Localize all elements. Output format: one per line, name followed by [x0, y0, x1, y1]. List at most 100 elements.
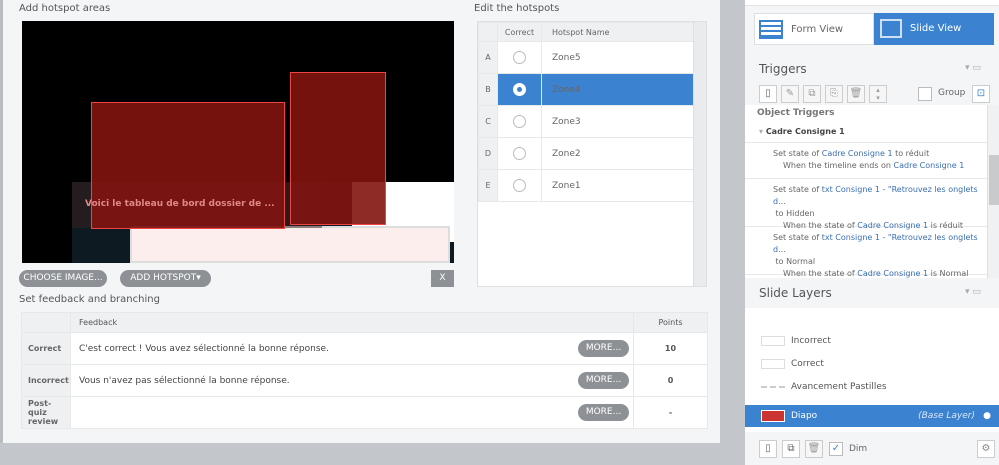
hotspot-name[interactable]: Zone5 — [541, 41, 694, 74]
hotspot-row[interactable]: B Zone4 — [478, 73, 694, 106]
trigger-target: Cadre Consigne 1 — [821, 149, 893, 158]
more-button[interactable]: MORE... — [578, 372, 629, 389]
trigger-state: Hidden — [786, 209, 815, 218]
trigger-to: to — [892, 149, 906, 158]
trigger-condition-state: is Normal — [928, 269, 969, 278]
hotspot-zone[interactable] — [290, 72, 386, 225]
choose-image-button[interactable]: CHOOSE IMAGE... — [19, 270, 107, 287]
correct-radio[interactable] — [513, 83, 526, 96]
paste-trigger-icon[interactable]: ⎘ — [825, 85, 843, 103]
edit-trigger-icon[interactable]: ✎ — [781, 85, 799, 103]
feedback-title: Set feedback and branching — [19, 294, 160, 305]
delete-layer-icon[interactable]: 🗑 — [805, 440, 823, 458]
feedback-label: Correct — [21, 332, 71, 365]
layer-row[interactable]: Incorrect — [745, 330, 999, 352]
side-panel: Form View Slide View Triggers ▾ ▭ ▯ ✎ ⧉ … — [745, 0, 999, 465]
hotspot-row[interactable]: D Zone2 — [478, 137, 694, 170]
hotspot-row[interactable]: C Zone3 — [478, 105, 694, 138]
points-value[interactable]: 10 — [633, 332, 708, 365]
correct-header: Correct — [497, 22, 542, 42]
trigger-list: Object Triggers ▾ Cadre Consigne 1 Set s… — [745, 105, 999, 278]
dim-label: Dim — [849, 444, 868, 454]
hotspot-row[interactable]: E Zone1 — [478, 169, 694, 202]
delete-trigger-icon[interactable]: 🗑 — [847, 85, 865, 103]
hotspot-name[interactable]: Zone1 — [541, 169, 694, 202]
duplicate-layer-icon[interactable]: ⧉ — [782, 440, 800, 458]
row-letter: C — [478, 105, 498, 138]
corner-header — [478, 22, 498, 42]
hotspot-zone[interactable] — [91, 102, 285, 229]
copy-trigger-icon[interactable]: ⧉ — [803, 85, 821, 103]
panel-menu-icon[interactable]: ▾ ▭ — [965, 287, 981, 297]
group-label: Group — [938, 88, 966, 98]
form-view-button[interactable]: Form View — [754, 13, 874, 45]
correct-radio[interactable] — [513, 115, 526, 128]
new-trigger-icon[interactable]: ▯ — [759, 85, 777, 103]
trigger-condition-object: Cadre Consigne 1 — [857, 269, 929, 278]
correct-radio[interactable] — [513, 179, 526, 192]
trigger-item[interactable]: Set state of txt Consigne 1 - "Retrouvez… — [745, 179, 987, 230]
trigger-condition: When the state of — [783, 269, 858, 278]
layer-row[interactable]: Correct — [745, 353, 999, 375]
base-layer-row[interactable]: Diapo (Base Layer) ● — [745, 405, 999, 427]
layer-row[interactable]: Avancement Pastilles — [745, 376, 999, 398]
corner-header — [21, 312, 71, 333]
feedback-text[interactable]: C'est correct ! Vous avez sélectionné la… — [79, 344, 329, 354]
slide-content-box — [130, 226, 450, 263]
object-triggers-section: Object Triggers — [757, 108, 835, 118]
triggers-title: Triggers — [759, 62, 807, 76]
delete-hotspot-button[interactable]: X — [431, 270, 454, 287]
hotspot-row[interactable]: A Zone5 — [478, 41, 694, 74]
edit-hotspots-title: Edit the hotspots — [474, 3, 560, 14]
trigger-scrollbar[interactable] — [987, 105, 999, 278]
row-letter: B — [478, 73, 498, 106]
new-layer-icon[interactable]: ▯ — [759, 440, 777, 458]
form-view-icon — [759, 20, 783, 39]
panel-menu-icon[interactable]: ▾ ▭ — [965, 63, 981, 73]
more-button[interactable]: MORE... — [578, 404, 629, 421]
caret-down-icon: ▾ — [196, 273, 201, 283]
layer-settings-gear-icon[interactable]: ⚙ — [977, 440, 995, 458]
correct-radio[interactable] — [513, 51, 526, 64]
base-layer-tag: (Base Layer) — [918, 411, 975, 421]
row-letter: A — [478, 41, 498, 74]
trigger-object-header[interactable]: ▾ Cadre Consigne 1 — [745, 121, 987, 143]
add-hotspot-button[interactable]: ADD HOTSPOT▾ — [120, 270, 211, 287]
trigger-variables-icon[interactable]: ⊡ — [972, 85, 990, 103]
eye-icon[interactable]: ● — [983, 405, 991, 427]
hotspot-name[interactable]: Zone3 — [541, 105, 694, 138]
scroll-thumb[interactable] — [989, 155, 999, 205]
name-header: Hotspot Name — [541, 22, 694, 42]
slide-view-button[interactable]: Slide View — [874, 13, 994, 45]
trigger-action: Set state of — [773, 233, 822, 242]
hotspots-scrollbar[interactable] — [693, 22, 706, 286]
more-button[interactable]: MORE... — [578, 340, 629, 357]
hotspot-name[interactable]: Zone2 — [541, 137, 694, 170]
trigger-to: to — [775, 209, 787, 218]
feedback-text[interactable]: Vous n'avez pas sélectionné la bonne rép… — [79, 376, 290, 386]
quiz-form-panel: Add hotspot areas Voici le tableau de bo… — [0, 0, 720, 443]
trigger-object-name: Cadre Consigne 1 — [765, 127, 845, 136]
trigger-state: réduit — [905, 149, 930, 158]
row-letter: E — [478, 169, 498, 202]
trigger-action: Set state of — [773, 185, 822, 194]
feedback-row: Post-quiz review MORE... - — [21, 396, 708, 429]
group-checkbox[interactable] — [918, 87, 932, 101]
correct-radio[interactable] — [513, 147, 526, 160]
trigger-condition-object: Cadre Consigne 1 — [893, 161, 965, 170]
points-value[interactable]: 0 — [633, 364, 708, 397]
feedback-row: Correct C'est correct ! Vous avez sélecti… — [21, 332, 708, 365]
reorder-trigger-icon[interactable]: ▴ ▾ — [869, 85, 887, 103]
layers-list: Incorrect Correct Avancement Pastilles Dia… — [745, 308, 999, 432]
dim-checkbox[interactable]: ✓ — [829, 442, 843, 456]
hotspot-canvas[interactable]: Voici le tableau de bord dossier de ... — [22, 21, 454, 263]
row-letter: D — [478, 137, 498, 170]
hotspot-name[interactable]: Zone4 — [541, 73, 694, 106]
form-view-label: Form View — [791, 24, 844, 35]
trigger-item[interactable]: Set state of txt Consigne 1 - "Retrouvez… — [745, 227, 987, 278]
trigger-item[interactable]: Set state of Cadre Consigne 1 to réduit W… — [745, 143, 987, 179]
layer-thumbnail — [761, 386, 785, 396]
layer-name: Incorrect — [791, 336, 831, 346]
layer-thumbnail — [761, 410, 785, 422]
points-value[interactable]: - — [633, 396, 708, 429]
